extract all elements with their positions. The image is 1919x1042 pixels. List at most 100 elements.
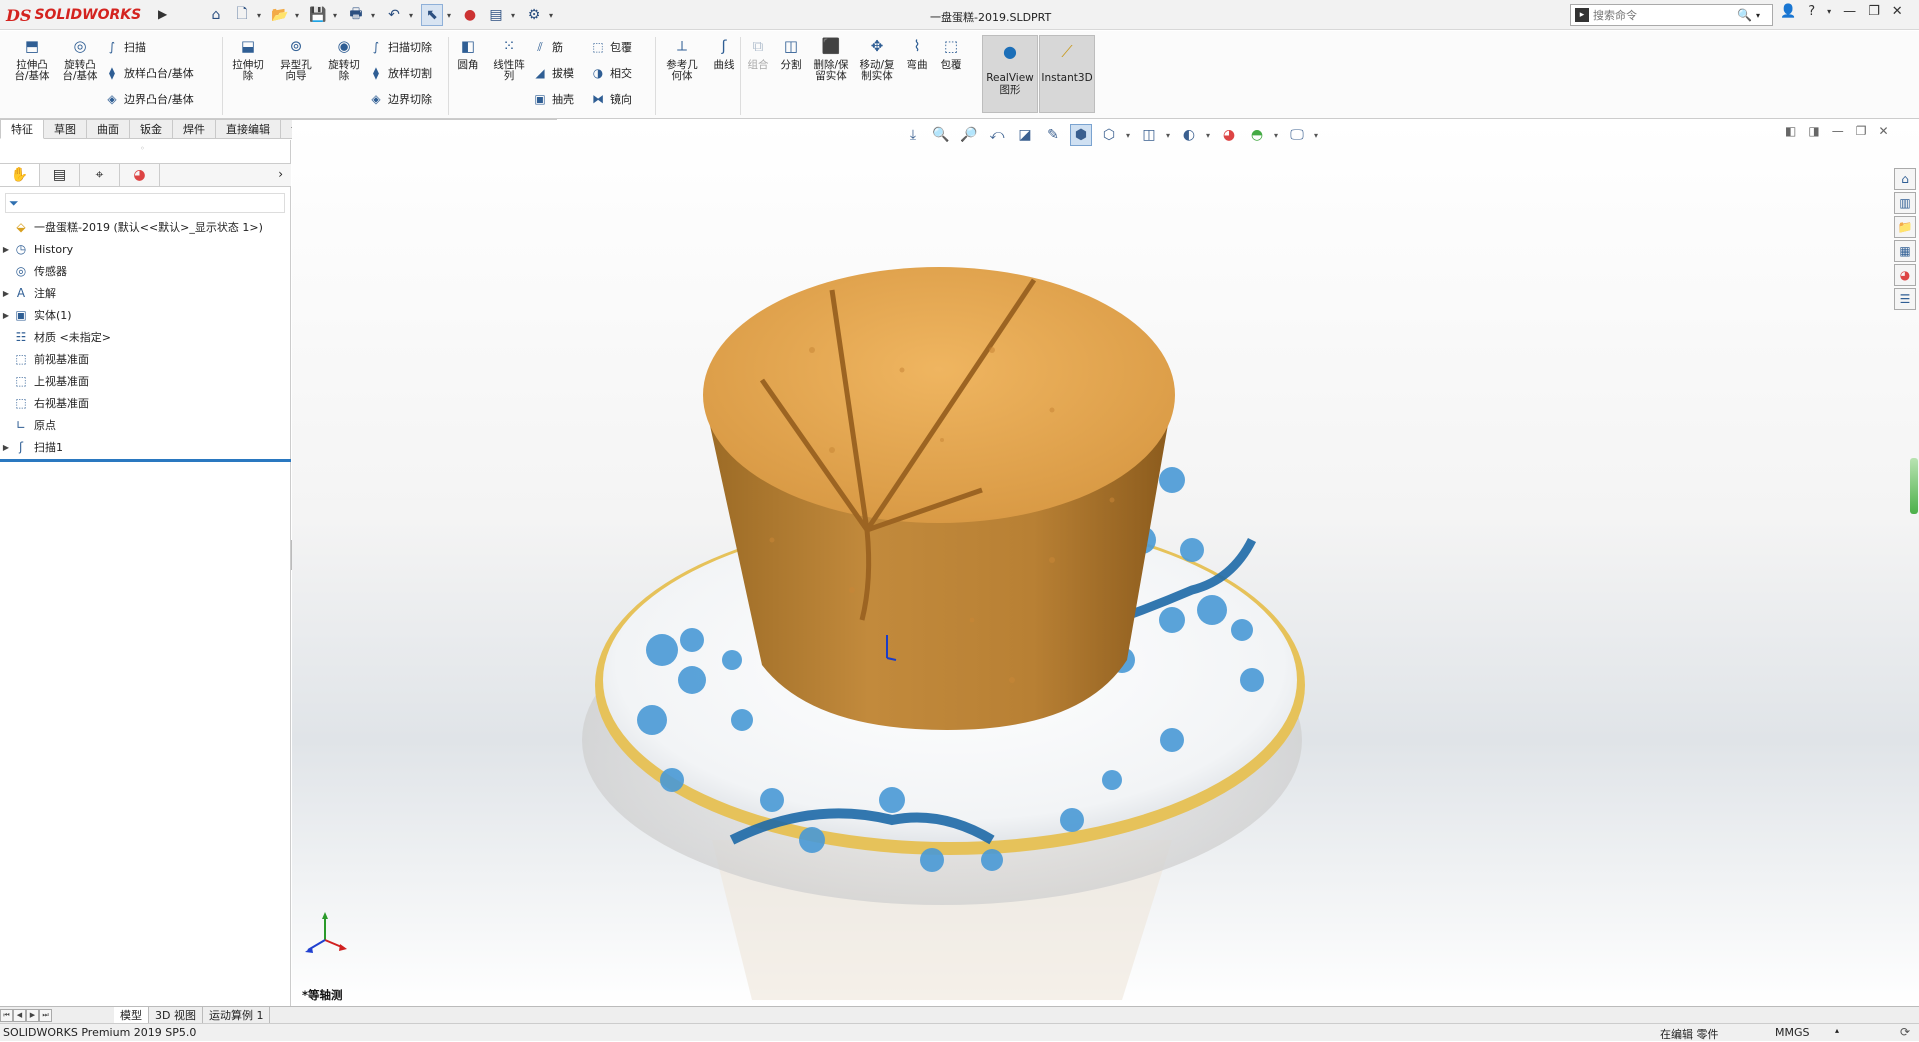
- rebuild-icon[interactable]: ●: [459, 4, 481, 26]
- apply-scene-icon[interactable]: ◕: [1218, 124, 1240, 146]
- restore-icon[interactable]: ❐: [1868, 4, 1880, 19]
- next-tab-icon[interactable]: ▶: [26, 1008, 39, 1022]
- file-explorer-icon[interactable]: 📁: [1894, 216, 1916, 238]
- chevron-down-icon[interactable]: ▾: [549, 11, 557, 20]
- revolve-boss-button[interactable]: ◎ 旋转凸 台/基体: [56, 35, 104, 109]
- bottom-tab-0[interactable]: 模型: [114, 1007, 149, 1023]
- draft-button[interactable]: ◢ 拔模: [532, 63, 574, 83]
- user-icon[interactable]: 👤: [1780, 4, 1796, 19]
- design-library-icon[interactable]: ▥: [1894, 192, 1916, 214]
- chevron-down-icon[interactable]: ▾: [1756, 11, 1760, 20]
- undo-icon[interactable]: ↶: [383, 4, 405, 26]
- tree-item[interactable]: ∟ 原点: [0, 414, 291, 436]
- menu-expand-arrow-icon[interactable]: ▶: [158, 7, 167, 21]
- tree-item[interactable]: ☷ 材质 <未指定>: [0, 326, 291, 348]
- open-icon[interactable]: 📂: [269, 4, 291, 26]
- task-pane-scrollbar[interactable]: [1910, 458, 1918, 514]
- wrap-button[interactable]: ⬚ 包覆: [590, 37, 632, 57]
- chevron-down-icon[interactable]: ▾: [511, 11, 519, 20]
- tree-item[interactable]: ◎ 传感器: [0, 260, 291, 282]
- chevron-down-icon[interactable]: ▾: [1126, 131, 1132, 140]
- solidworks-resources-icon[interactable]: ⌂: [1894, 168, 1916, 190]
- tree-item[interactable]: ▶ A 注解: [0, 282, 291, 304]
- move-copy-body-button[interactable]: ✥ 移动/复 制实体: [854, 35, 900, 82]
- previous-view-icon[interactable]: ⤺: [986, 124, 1008, 146]
- options-icon[interactable]: ⚙: [523, 4, 545, 26]
- extrude-boss-button[interactable]: ⬒ 拉伸凸 台/基体: [8, 35, 56, 109]
- tree-item[interactable]: ⬚ 右视基准面: [0, 392, 291, 414]
- last-tab-icon[interactable]: ⏭: [39, 1008, 52, 1022]
- delete-keep-body-button[interactable]: ⬛ 删除/保 留实体: [808, 35, 854, 82]
- flex-button[interactable]: ⌇ 弯曲: [900, 35, 934, 82]
- tab-3[interactable]: 钣金: [130, 119, 173, 139]
- tree-item[interactable]: ⬚ 前视基准面: [0, 348, 291, 370]
- realview-button[interactable]: ● RealView 图形: [982, 35, 1038, 113]
- monitor-icon[interactable]: 🖵: [1286, 124, 1308, 146]
- expand-arrow-icon[interactable]: ▶: [0, 311, 12, 320]
- combine-button[interactable]: ⧉ 组合: [742, 35, 774, 82]
- tab-0[interactable]: 特征: [0, 119, 44, 139]
- tab-5[interactable]: 直接编辑: [216, 119, 281, 139]
- hole-wizard-button[interactable]: ⊚ 异型孔 向导: [272, 35, 320, 109]
- property-manager-tab-icon[interactable]: ▤: [40, 164, 80, 186]
- hide-show-icon[interactable]: ◫: [1138, 124, 1160, 146]
- chevron-down-icon[interactable]: ▾: [1827, 7, 1831, 16]
- save-icon[interactable]: 💾: [307, 4, 329, 26]
- configuration-manager-tab-icon[interactable]: ⌖: [80, 164, 120, 186]
- rib-button[interactable]: ⫽ 筋: [532, 37, 574, 57]
- wrap-body-button[interactable]: ⬚ 包覆: [934, 35, 968, 82]
- sweep-button[interactable]: ∫ 扫描: [104, 37, 194, 57]
- rollback-bar[interactable]: [0, 459, 291, 462]
- edit-appearance-icon[interactable]: ◐: [1178, 124, 1200, 146]
- instant3d-button[interactable]: ⟋ Instant3D: [1039, 35, 1095, 113]
- minimize-icon[interactable]: —: [1832, 124, 1844, 138]
- tree-root[interactable]: ⬙ 一盘蛋糕-2019 (默认<<默认>_显示状态 1>): [0, 216, 291, 238]
- print-icon[interactable]: 🖶: [345, 4, 367, 26]
- fillet-button[interactable]: ◧ 圆角: [450, 35, 486, 109]
- home-icon[interactable]: ⌂: [205, 4, 227, 26]
- chevron-down-icon[interactable]: ▾: [409, 11, 417, 20]
- search-input[interactable]: [1593, 8, 1733, 22]
- chevron-down-icon[interactable]: ▾: [447, 11, 455, 20]
- chevron-down-icon[interactable]: ▾: [1314, 131, 1320, 140]
- intersect-button[interactable]: ◑ 相交: [590, 63, 632, 83]
- expand-arrow-icon[interactable]: ▶: [0, 245, 12, 254]
- bottom-tab-2[interactable]: 运动算例 1: [203, 1007, 271, 1023]
- expand-arrow-icon[interactable]: ▶: [0, 443, 12, 452]
- rebuild-status-icon[interactable]: ⟳: [1900, 1025, 1910, 1039]
- panel-grip[interactable]: ◦: [140, 144, 145, 153]
- tab-4[interactable]: 焊件: [173, 119, 216, 139]
- first-tab-icon[interactable]: ⏮: [0, 1008, 13, 1022]
- curves-button[interactable]: ʃ 曲线: [706, 35, 742, 82]
- tree-item[interactable]: ⬚ 上视基准面: [0, 370, 291, 392]
- boundary-cut-button[interactable]: ◈ 边界切除: [368, 89, 432, 109]
- section-view-icon[interactable]: ◪: [1014, 124, 1036, 146]
- tree-item[interactable]: ▶ ◷ History: [0, 238, 291, 260]
- loft-boss-button[interactable]: ⧫ 放样凸台/基体: [104, 63, 194, 83]
- chevron-down-icon[interactable]: ▾: [371, 11, 379, 20]
- view-orientation-icon[interactable]: ⤓: [902, 124, 924, 146]
- appearances-icon[interactable]: ◕: [1894, 264, 1916, 286]
- graphics-area[interactable]: ⤓ 🔍 🔎 ⤺ ◪ ✎ ⬢ ⬡ ▾ ◫ ▾ ◐ ▾ ◕ ◓ ▾ 🖵 ▾ ◧ ◨ — ❐ ✕…: [292, 120, 1919, 1006]
- display-manager-tab-icon[interactable]: ◕: [120, 164, 160, 186]
- zoom-to-area-icon[interactable]: 🔎: [958, 124, 980, 146]
- unit-system[interactable]: MMGS: [1775, 1026, 1810, 1039]
- split-button[interactable]: ◫ 分割: [774, 35, 808, 82]
- tree-item[interactable]: ▶ ▣ 实体(1): [0, 304, 291, 326]
- prev-tab-icon[interactable]: ◀: [13, 1008, 26, 1022]
- chevron-down-icon[interactable]: ▾: [1274, 131, 1280, 140]
- help-icon[interactable]: ?: [1808, 4, 1815, 19]
- chevron-up-icon[interactable]: ▴: [1835, 1026, 1839, 1035]
- chevron-down-icon[interactable]: ▾: [257, 11, 265, 20]
- tree-item[interactable]: ▶ ʃ 扫描1: [0, 436, 291, 458]
- zoom-to-fit-icon[interactable]: 🔍: [930, 124, 952, 146]
- sweep-cut-button[interactable]: ∫ 扫描切除: [368, 37, 432, 57]
- chevron-down-icon[interactable]: ▾: [295, 11, 303, 20]
- revolve-cut-button[interactable]: ◉ 旋转切 除: [320, 35, 368, 109]
- restore-icon[interactable]: ❐: [1856, 124, 1867, 138]
- view-palette-icon[interactable]: ▦: [1894, 240, 1916, 262]
- select-icon[interactable]: ⬉: [421, 4, 443, 26]
- chevron-down-icon[interactable]: ▾: [1206, 131, 1212, 140]
- tab-1[interactable]: 草图: [44, 119, 87, 139]
- display-style-icon[interactable]: ⬡: [1098, 124, 1120, 146]
